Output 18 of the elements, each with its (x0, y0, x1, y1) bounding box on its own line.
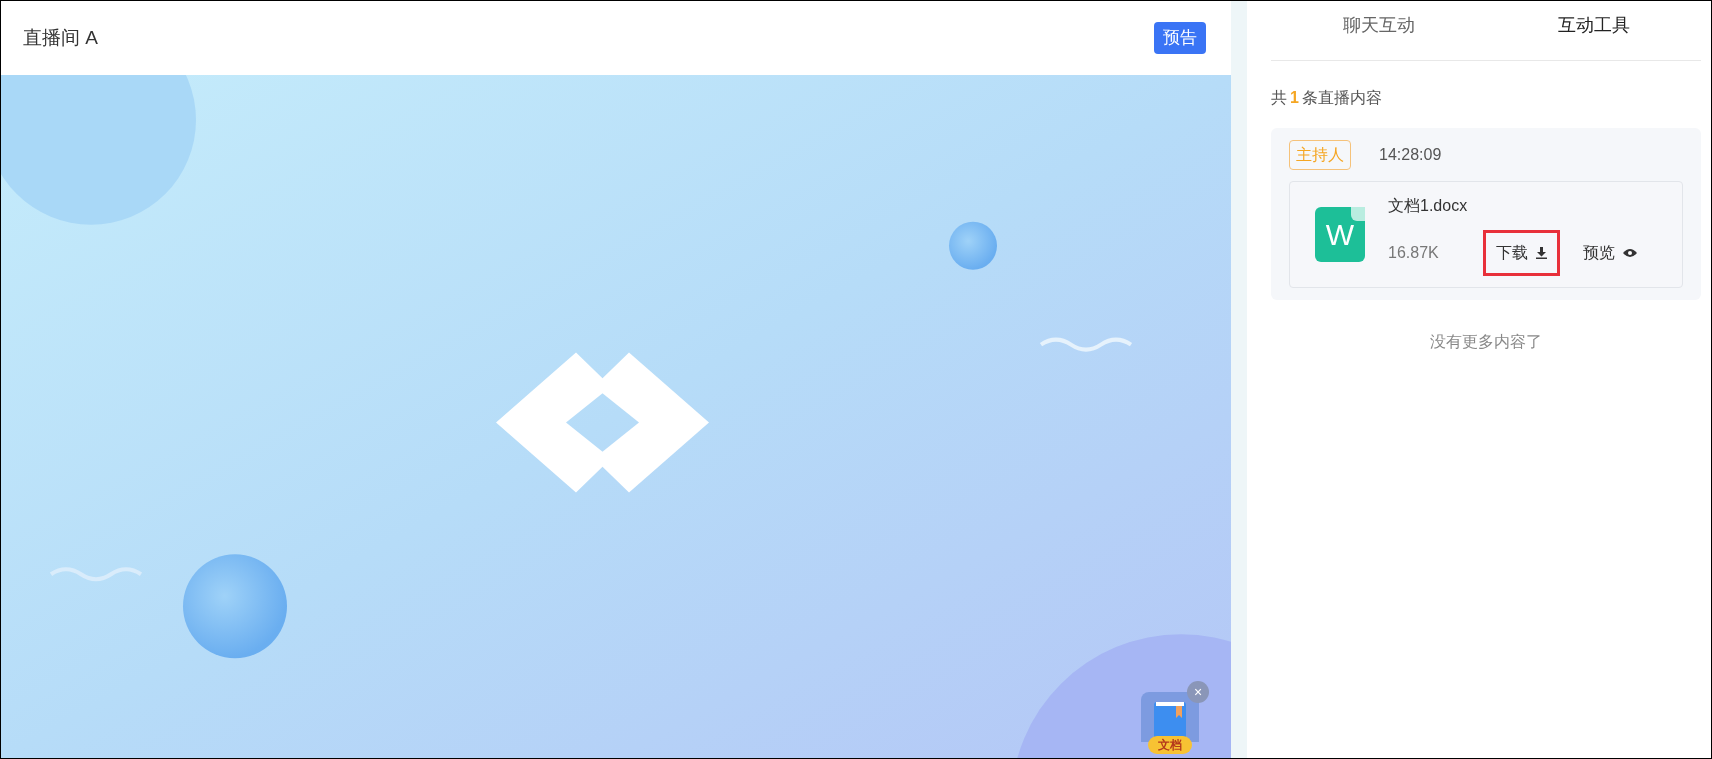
file-size: 16.87K (1388, 242, 1440, 263)
preview-button[interactable]: 预览 (1570, 229, 1650, 276)
content-count: 1 (1290, 88, 1299, 108)
tab[interactable]: 互动工具 (1557, 12, 1630, 39)
preview-status-tag: 预告 (1154, 22, 1206, 54)
download-icon (1536, 246, 1547, 259)
word-file-icon: W (1315, 207, 1365, 262)
eye-icon (1623, 247, 1637, 258)
message-time: 14:28:09 (1379, 145, 1442, 165)
document-label[interactable]: 文档 (1148, 736, 1192, 754)
count-prefix: 共 (1271, 88, 1287, 108)
download-button[interactable]: 下载 (1483, 229, 1560, 276)
tab[interactable]: 聊天互动 (1342, 12, 1415, 39)
count-suffix: 条直播内容 (1301, 88, 1382, 108)
file-name: 文档1.docx (1388, 195, 1469, 216)
room-title: 直播间 A (23, 25, 98, 50)
no-more-content: 没有更多内容了 (1430, 332, 1542, 352)
host-tag: 主持人 (1289, 140, 1351, 170)
